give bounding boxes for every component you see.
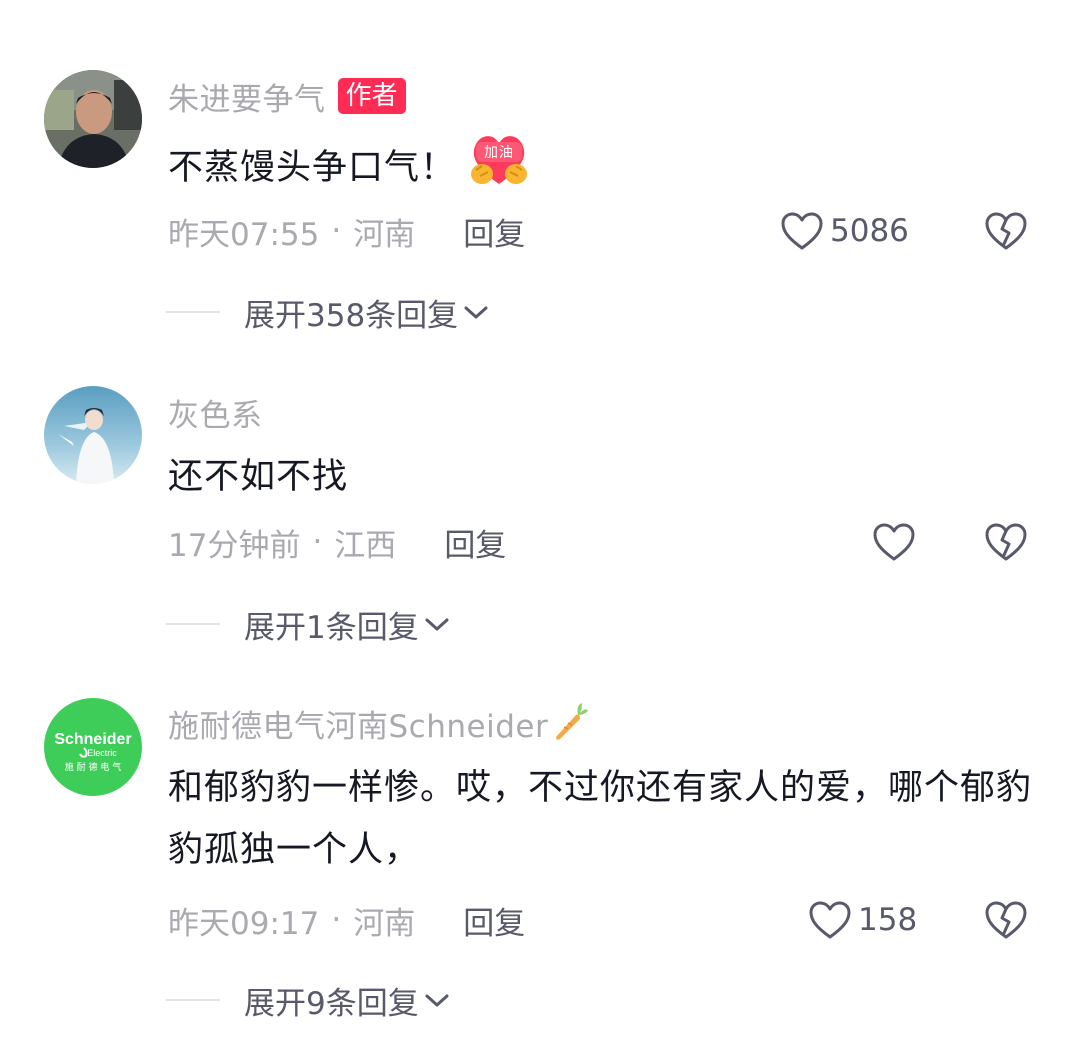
comment-text: 和郁豹豹一样惨。哎，不过你还有家人的爱，哪个郁豹豹孤独一个人， <box>168 757 1038 881</box>
dislike-button[interactable] <box>983 517 1029 567</box>
expand-replies-label: 展开1条回复 <box>244 609 419 646</box>
reply-button[interactable]: 回复 <box>444 520 506 565</box>
meta-separator: · <box>331 902 342 938</box>
reply-button[interactable]: 回复 <box>463 898 525 943</box>
expand-replies-button[interactable]: 展开9条回复 <box>166 978 451 1022</box>
svg-text:加油: 加油 <box>484 145 514 161</box>
username-row: 灰色系 <box>168 390 263 435</box>
avatar[interactable] <box>44 70 142 168</box>
cheer-emoji-icon: 加油 <box>468 130 530 208</box>
broken-heart-icon <box>985 523 1027 561</box>
avatar[interactable] <box>44 386 142 484</box>
comment-meta: 昨天07:55 · 河南 回复 <box>168 206 525 256</box>
like-button[interactable]: 158 <box>808 895 917 945</box>
comment-location: 江西 <box>334 527 397 564</box>
expand-replies-label: 展开9条回复 <box>244 985 419 1022</box>
comment-text: 不蒸馒头争口气！ 加油 <box>168 130 1038 208</box>
dislike-button[interactable] <box>983 895 1029 945</box>
expand-divider <box>166 623 220 625</box>
username[interactable]: 灰色系 <box>168 390 263 435</box>
username-row: 朱进要争气 作者 <box>168 74 406 119</box>
comment-item: 灰色系 还不如不找 17分钟前 · 江西 回复 展开1条回复 <box>0 340 1079 670</box>
comment-text-content: 和郁豹豹一样惨。哎，不过你还有家人的爱，哪个郁豹豹孤独一个人， <box>168 768 1033 870</box>
heart-outline-icon <box>781 212 823 250</box>
broken-heart-icon <box>985 212 1027 250</box>
expand-replies-button[interactable]: 展开1条回复 <box>166 602 451 646</box>
comment-text-content: 不蒸馒头争口气！ <box>168 148 457 188</box>
broken-heart-icon <box>985 901 1027 939</box>
like-button[interactable]: 5086 <box>780 206 909 256</box>
avatar[interactable]: Schneider Electric 施 耐 德 电 气 <box>44 698 142 796</box>
comment-meta: 昨天09:17 · 河南 回复 <box>168 895 525 945</box>
like-button[interactable] <box>872 517 922 567</box>
heart-outline-icon <box>809 901 851 939</box>
expand-replies-button[interactable]: 展开358条回复 <box>166 290 490 334</box>
dislike-button[interactable] <box>983 206 1029 256</box>
svg-text:施 耐 德 电 气: 施 耐 德 电 气 <box>65 761 121 773</box>
comment-meta: 17分钟前 · 江西 回复 <box>168 517 506 567</box>
comment-location: 河南 <box>353 216 416 253</box>
heart-outline-icon <box>873 523 915 561</box>
username[interactable]: 朱进要争气 <box>168 74 326 119</box>
like-count: 5086 <box>830 213 909 249</box>
svg-text:Electric: Electric <box>87 748 117 758</box>
svg-text:Schneider: Schneider <box>54 731 131 748</box>
comment-time: 昨天07:55 <box>168 216 320 253</box>
chevron-down-icon <box>425 618 449 631</box>
expand-replies-label: 展开358条回复 <box>244 297 459 334</box>
comment-location: 河南 <box>353 905 416 942</box>
comment-time: 昨天09:17 <box>168 905 320 942</box>
comment-text: 还不如不找 <box>168 446 1038 508</box>
reply-button[interactable]: 回复 <box>463 209 525 254</box>
carrot-icon <box>550 701 590 745</box>
username[interactable]: 施耐德电气河南Schneider <box>168 701 548 746</box>
comment-item: Schneider Electric 施 耐 德 电 气 施耐德电气河南Schn… <box>0 670 1079 1058</box>
comment-time: 17分钟前 <box>168 527 301 564</box>
author-badge: 作者 <box>337 78 406 114</box>
expand-divider <box>166 999 220 1001</box>
expand-divider <box>166 311 220 313</box>
comment-item: 朱进要争气 作者 不蒸馒头争口气！ 加油 昨天07:55 · 河南 回复 508… <box>0 0 1079 340</box>
comment-text-content: 还不如不找 <box>168 457 349 497</box>
chevron-down-icon <box>464 306 488 319</box>
chevron-down-icon <box>425 994 449 1007</box>
username-row: 施耐德电气河南Schneider <box>168 701 590 746</box>
meta-separator: · <box>331 213 342 249</box>
like-count: 158 <box>858 902 918 938</box>
meta-separator: · <box>312 524 323 560</box>
